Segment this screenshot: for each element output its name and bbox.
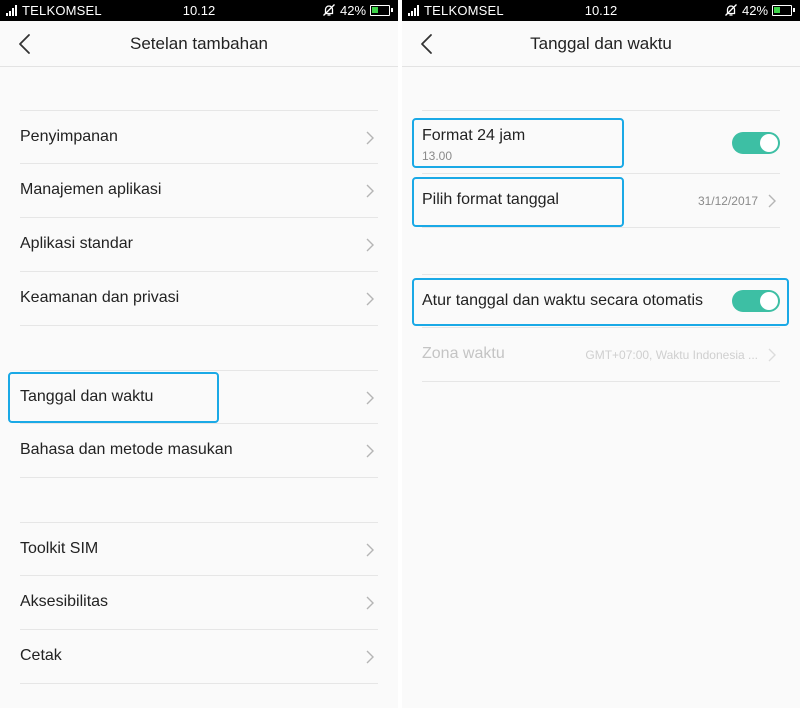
settings-item-label: Cetak	[20, 647, 62, 664]
settings-item-default-apps[interactable]: Aplikasi standar	[20, 218, 378, 272]
chevron-right-icon	[366, 543, 374, 557]
chevron-right-icon	[366, 238, 374, 252]
back-arrow-icon[interactable]	[416, 32, 438, 56]
status-time: 10.12	[182, 3, 216, 18]
battery-icon	[772, 5, 795, 16]
settings-item-storage[interactable]: Penyimpanan	[20, 110, 378, 164]
settings-item-print[interactable]: Cetak	[20, 630, 378, 684]
chevron-right-icon	[366, 596, 374, 610]
settings-item-language-input[interactable]: Bahasa dan metode masukan	[20, 424, 378, 478]
chevron-right-icon	[768, 194, 776, 208]
setting-auto-date-time[interactable]: Atur tanggal dan waktu secara otomatis	[422, 274, 780, 328]
setting-label: Atur tanggal dan waktu secara otomatis	[422, 292, 704, 309]
format-24-hour-toggle[interactable]	[732, 132, 780, 154]
settings-item-label: Keamanan dan privasi	[20, 289, 180, 306]
bell-off-icon	[323, 4, 335, 16]
settings-item-label: Tanggal dan waktu	[20, 388, 154, 405]
setting-format-24-hour[interactable]: Format 24 jam 13.00	[422, 110, 780, 174]
nav-bar: Setelan tambahan	[0, 21, 398, 67]
settings-item-date-time[interactable]: Tanggal dan waktu	[20, 370, 378, 424]
setting-label: Format 24 jam	[422, 127, 526, 144]
chevron-right-icon	[366, 650, 374, 664]
left-screen: TELKOMSEL 10.12 42% Setelan tambahan Pen…	[0, 0, 398, 708]
setting-time-zone: Zona waktu GMT+07:00, Waktu Indonesia ..…	[422, 328, 780, 382]
settings-item-sim-toolkit[interactable]: Toolkit SIM	[20, 522, 378, 576]
battery-icon	[370, 5, 393, 16]
settings-item-label: Aksesibilitas	[20, 593, 109, 610]
status-bar: TELKOMSEL 10.12 42%	[0, 0, 398, 21]
settings-item-label: Aplikasi standar	[20, 235, 133, 252]
settings-item-security-privacy[interactable]: Keamanan dan privasi	[20, 272, 378, 326]
setting-label: Pilih format tanggal	[422, 191, 559, 208]
chevron-right-icon	[366, 444, 374, 458]
nav-bar: Tanggal dan waktu	[402, 21, 800, 67]
back-arrow-icon[interactable]	[14, 32, 36, 56]
chevron-right-icon	[366, 292, 374, 306]
status-time: 10.12	[584, 3, 618, 18]
chevron-right-icon	[366, 131, 374, 145]
date-format-value: 31/12/2017	[697, 194, 758, 208]
battery-percent: 42%	[742, 3, 769, 18]
right-screen: TELKOMSEL 10.12 42% Tanggal dan waktu Fo…	[402, 0, 800, 708]
page-title: Setelan tambahan	[130, 34, 268, 53]
settings-item-label: Toolkit SIM	[20, 540, 99, 557]
time-zone-value: GMT+07:00, Waktu Indonesia ...	[585, 348, 758, 362]
settings-item-accessibility[interactable]: Aksesibilitas	[20, 576, 378, 630]
status-bar: TELKOMSEL 10.12 42%	[402, 0, 800, 21]
settings-item-label: Manajemen aplikasi	[20, 181, 162, 198]
setting-label: Zona waktu	[422, 345, 505, 362]
settings-item-label: Bahasa dan metode masukan	[20, 441, 233, 458]
chevron-right-icon	[768, 348, 776, 362]
setting-subtext: 13.00	[422, 149, 453, 163]
bell-off-icon	[725, 4, 737, 16]
settings-item-label: Penyimpanan	[20, 128, 118, 145]
chevron-right-icon	[366, 391, 374, 405]
chevron-right-icon	[366, 184, 374, 198]
settings-item-app-management[interactable]: Manajemen aplikasi	[20, 164, 378, 218]
page-title: Tanggal dan waktu	[530, 34, 672, 53]
battery-percent: 42%	[340, 3, 367, 18]
auto-date-time-toggle[interactable]	[732, 290, 780, 312]
setting-date-format[interactable]: Pilih format tanggal 31/12/2017	[422, 174, 780, 228]
